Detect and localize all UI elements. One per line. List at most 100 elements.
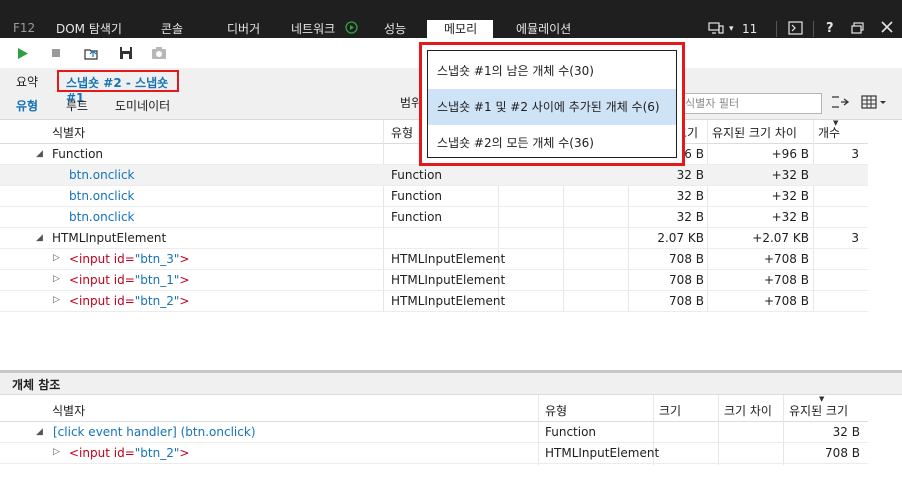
- row-size: 2.07 KB: [657, 231, 704, 245]
- row-size: 708 B: [669, 252, 704, 266]
- row-retained-diff: +708 B: [763, 252, 809, 266]
- column-type[interactable]: 유형: [391, 124, 413, 141]
- row-size: 32 B: [676, 210, 704, 224]
- object-references-title: 개체 참조: [12, 378, 61, 392]
- ref-row-element-identifier[interactable]: <input id="btn_2">: [69, 446, 189, 461]
- ref-row-type: HTMLInputElement: [545, 446, 660, 460]
- ref-column-identifier[interactable]: 식별자: [52, 402, 85, 419]
- ref-column-type[interactable]: 유형: [545, 402, 567, 419]
- row-element-identifier[interactable]: <input id="btn_1">: [69, 273, 189, 288]
- target-count: 11: [742, 22, 758, 36]
- reference-row[interactable]: ▷ <input id="btn_2"> HTMLInputElement 70…: [0, 443, 868, 464]
- row-element-identifier[interactable]: <input id="btn_3">: [69, 252, 189, 267]
- row-count: 3: [851, 231, 859, 245]
- summary-link[interactable]: 요약: [16, 74, 38, 90]
- table-row[interactable]: ▷ <input id="btn_3"> HTMLInputElement 70…: [0, 249, 868, 270]
- row-size: 708 B: [669, 273, 704, 287]
- snapshot-comparison-breadcrumb[interactable]: 스냅숏 #2 - 스냅숏 #1: [57, 70, 179, 105]
- row-size: 32 B: [676, 168, 704, 182]
- row-type: Function: [391, 189, 443, 203]
- row-retained-diff: +708 B: [763, 273, 809, 287]
- row-element-identifier[interactable]: <input id="btn_2">: [69, 294, 189, 309]
- start-profiling-icon[interactable]: [15, 45, 31, 61]
- collapsed-triangle-icon[interactable]: ▷: [53, 295, 60, 305]
- f12-label: F12: [13, 21, 36, 35]
- stop-profiling-icon[interactable]: [48, 45, 64, 61]
- view-tab-roots[interactable]: 루트: [66, 98, 88, 114]
- view-tab-types[interactable]: 유형: [16, 98, 38, 114]
- ref-column-size-diff[interactable]: 크기 차이: [724, 402, 772, 419]
- collapsed-triangle-icon[interactable]: ▷: [53, 274, 60, 284]
- row-type: HTMLInputElement: [391, 273, 506, 287]
- row-type: Function: [391, 210, 443, 224]
- expanded-triangle-icon[interactable]: ◢: [36, 233, 43, 243]
- tab-network[interactable]: 네트워크: [291, 20, 335, 39]
- save-icon[interactable]: [118, 45, 134, 61]
- row-retained-diff: +32 B: [771, 210, 809, 224]
- table-row[interactable]: ◢ HTMLInputElement 2.07 KB +2.07 KB 3: [0, 228, 868, 249]
- row-retained-diff: +32 B: [771, 189, 809, 203]
- row-identifier[interactable]: btn.onclick: [69, 210, 135, 225]
- collapsed-triangle-icon[interactable]: ▷: [53, 253, 60, 263]
- vertical-scrollbar[interactable]: [868, 395, 902, 480]
- sort-desc-icon: ▼: [833, 119, 839, 127]
- help-button[interactable]: ?: [826, 20, 834, 38]
- row-retained-diff: +32 B: [771, 168, 809, 182]
- collapsed-triangle-icon[interactable]: ▷: [53, 447, 60, 457]
- ref-row-retained: 32 B: [832, 425, 860, 439]
- ref-column-retained-size[interactable]: 유지된 크기: [789, 402, 848, 419]
- expanded-triangle-icon[interactable]: ◢: [36, 427, 43, 437]
- snapshot-filter-dropdown-highlight: 스냅숏 #1의 남은 개체 수(30) 스냅숏 #1 및 #2 사이에 추가된 …: [419, 42, 685, 166]
- fold-objects-icon[interactable]: [831, 95, 850, 113]
- chevron-down-icon[interactable]: ▾: [729, 20, 734, 38]
- ref-row-retained: 708 B: [825, 446, 860, 460]
- ref-row-type: Function: [545, 425, 597, 439]
- table-row[interactable]: btn.onclick Function 32 B +32 B: [0, 207, 868, 228]
- row-retained-diff: +708 B: [763, 294, 809, 308]
- snapshot-filter-dropdown: 스냅숏 #1의 남은 개체 수(30) 스냅숏 #1 및 #2 사이에 추가된 …: [427, 50, 677, 158]
- close-icon[interactable]: [881, 21, 893, 39]
- tab-memory[interactable]: 메모리: [427, 20, 493, 39]
- row-type: HTMLInputElement: [391, 294, 506, 308]
- dropdown-item-remaining-objects[interactable]: 스냅숏 #1의 남은 개체 수(30): [428, 53, 676, 89]
- dropdown-item-all-objects[interactable]: 스냅숏 #2의 모든 개체 수(36): [428, 125, 676, 161]
- table-row[interactable]: btn.onclick Function 32 B +32 B: [0, 165, 868, 186]
- expanded-triangle-icon[interactable]: ◢: [36, 149, 43, 159]
- identifier-filter-input[interactable]: 식별자 필터: [672, 93, 822, 114]
- row-type: Function: [391, 168, 443, 182]
- settings-grid-icon[interactable]: [861, 95, 887, 113]
- view-tab-dominators[interactable]: 도미네이터: [115, 98, 170, 114]
- row-retained-diff: +96 B: [771, 147, 809, 161]
- row-size: 708 B: [669, 294, 704, 308]
- object-references-title-bar: 개체 참조: [0, 373, 902, 395]
- row-type: HTMLInputElement: [391, 252, 506, 266]
- row-count: 3: [851, 147, 859, 161]
- sort-desc-icon: ▼: [819, 395, 825, 403]
- tab-performance[interactable]: 성능: [384, 20, 406, 39]
- tab-debugger[interactable]: 디버거: [227, 20, 260, 39]
- divider: [776, 21, 777, 37]
- table-row[interactable]: btn.onclick Function 32 B +32 B: [0, 186, 868, 207]
- tab-console[interactable]: 콘솔: [161, 20, 183, 39]
- take-snapshot-icon[interactable]: [151, 45, 167, 61]
- column-retained-size-diff[interactable]: 유지된 크기 차이: [712, 124, 797, 141]
- tab-dom-explorer[interactable]: DOM 탐색기: [56, 20, 122, 39]
- table-row[interactable]: ▷ <input id="btn_2"> HTMLInputElement 70…: [0, 291, 868, 312]
- vertical-scrollbar[interactable]: [868, 120, 902, 370]
- row-identifier: HTMLInputElement: [52, 231, 167, 245]
- divider: [813, 21, 814, 37]
- ref-row-identifier[interactable]: [click event handler] (btn.onclick): [53, 425, 256, 440]
- row-size: 32 B: [676, 189, 704, 203]
- devtools-top-bar: F12 DOM 탐색기 콘솔 디버거 네트워크 성능 메모리 에뮬레이션 ▾ 1…: [0, 0, 902, 39]
- reference-row[interactable]: ◢ [click event handler] (btn.onclick) Fu…: [0, 422, 868, 443]
- import-profile-icon[interactable]: [83, 45, 99, 61]
- row-identifier: Function: [52, 147, 104, 161]
- row-identifier[interactable]: btn.onclick: [69, 168, 135, 183]
- dropdown-item-added-objects[interactable]: 스냅숏 #1 및 #2 사이에 추가된 개체 수(6): [428, 89, 676, 125]
- row-identifier[interactable]: btn.onclick: [69, 189, 135, 204]
- row-retained-diff: +2.07 KB: [752, 231, 809, 245]
- table-row[interactable]: ▷ <input id="btn_1"> HTMLInputElement 70…: [0, 270, 868, 291]
- tab-emulation[interactable]: 에뮬레이션: [516, 20, 571, 39]
- column-identifier[interactable]: 식별자: [52, 124, 85, 141]
- ref-column-size[interactable]: 크기: [659, 402, 681, 419]
